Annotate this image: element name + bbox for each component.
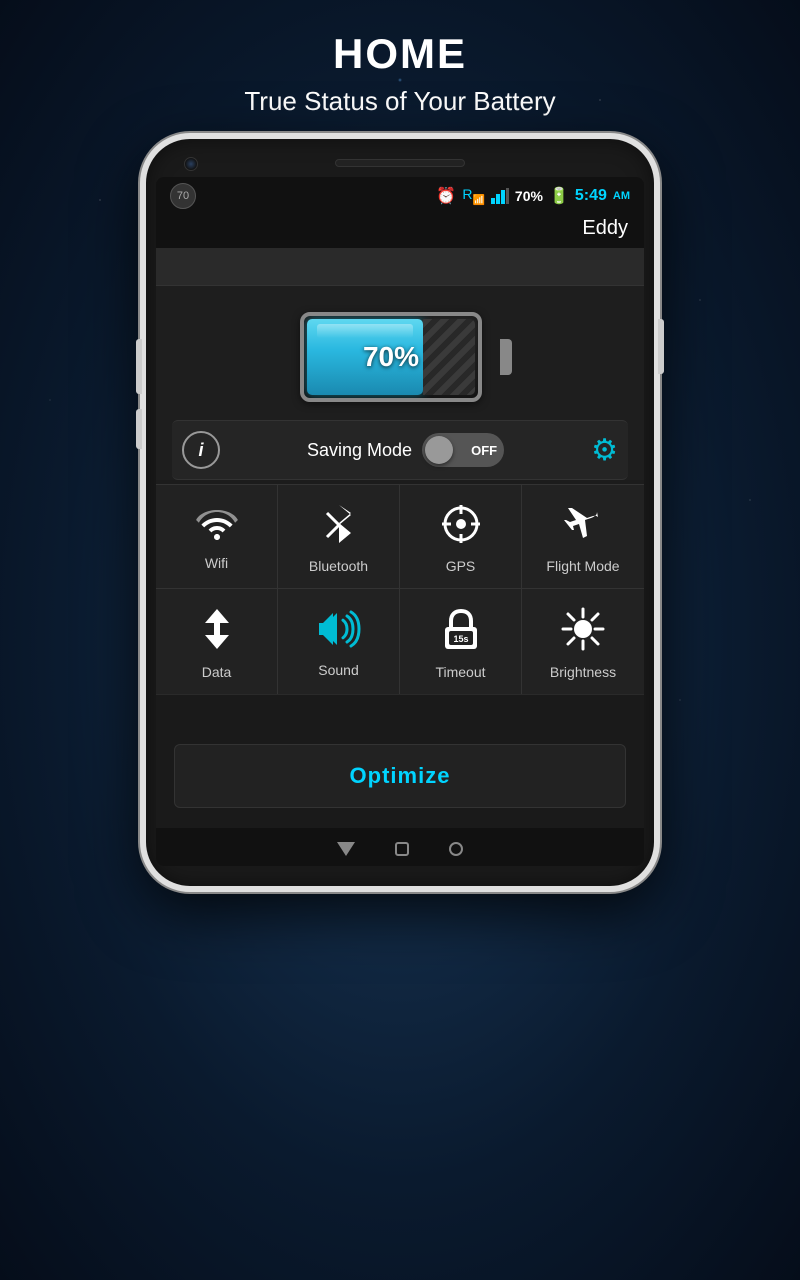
recents-nav-button[interactable]	[449, 842, 463, 856]
toggle-state-label: OFF	[471, 443, 497, 458]
wifi-toggle[interactable]: Wifi	[156, 485, 278, 588]
saving-mode-bar: i Saving Mode OFF ⚙	[172, 420, 628, 480]
sound-toggle[interactable]: Sound	[278, 589, 400, 694]
flight-mode-toggle[interactable]: Flight Mode	[522, 485, 644, 588]
phone-navigation-bar	[156, 828, 644, 866]
flight-mode-icon	[562, 503, 604, 550]
notification-area	[156, 248, 644, 286]
front-camera	[184, 157, 198, 171]
saving-mode-label: Saving Mode	[307, 440, 412, 461]
gps-label: GPS	[446, 558, 476, 574]
brightness-toggle[interactable]: Brightness	[522, 589, 644, 694]
gps-toggle[interactable]: GPS	[400, 485, 522, 588]
bluetooth-toggle[interactable]: Bluetooth	[278, 485, 400, 588]
info-button[interactable]: i	[182, 431, 220, 469]
toggle-grid: Wifi Bluetooth	[156, 484, 644, 694]
wifi-label: Wifi	[205, 555, 228, 571]
signal-bars-icon	[491, 188, 509, 204]
battery-display: 70%	[172, 312, 628, 402]
settings-gear-icon[interactable]: ⚙	[591, 433, 618, 468]
username-bar: Eddy	[156, 215, 644, 248]
gps-icon	[440, 503, 482, 550]
timeout-label: Timeout	[435, 664, 485, 680]
saving-mode-toggle[interactable]: OFF	[422, 433, 504, 467]
page-subtitle: True Status of Your Battery	[0, 86, 800, 117]
wifi-icon	[196, 506, 238, 547]
flight-mode-label: Flight Mode	[546, 558, 619, 574]
brightness-icon	[561, 607, 605, 656]
data-icon	[199, 607, 235, 656]
battery-tip	[500, 339, 512, 375]
optimize-section: Optimize	[156, 744, 644, 828]
timeout-toggle[interactable]: 15s Timeout	[400, 589, 522, 694]
screen-lower	[156, 694, 644, 744]
back-nav-button[interactable]	[337, 842, 355, 856]
volume-button-down[interactable]	[136, 409, 142, 449]
status-right: ⏰ R📶 70% 🔋 5:49 AM	[436, 186, 630, 206]
battery-body: 70%	[300, 312, 482, 402]
sound-label: Sound	[318, 662, 358, 678]
status-ampm: AM	[613, 190, 630, 202]
status-number-badge: 70	[170, 183, 196, 209]
alarm-icon: ⏰	[436, 186, 456, 206]
toggle-knob	[425, 436, 453, 464]
earpiece-speaker	[335, 159, 465, 167]
bluetooth-label: Bluetooth	[309, 558, 368, 574]
data-label: Data	[202, 664, 232, 680]
battery-percent-status: 70%	[515, 188, 543, 204]
status-time: 5:49	[575, 187, 607, 205]
battery-icon-status: 🔋	[549, 186, 569, 206]
svg-text:15s: 15s	[453, 634, 468, 644]
page-title: HOME	[0, 0, 800, 78]
optimize-button[interactable]: Optimize	[174, 744, 626, 808]
phone-top-bar	[156, 151, 644, 177]
status-left: 70	[170, 183, 196, 209]
username-label: Eddy	[582, 217, 628, 239]
status-bar: 70 ⏰ R📶 70% 🔋 5:49 AM	[156, 177, 644, 215]
bluetooth-icon	[322, 503, 356, 550]
battery-stripes	[423, 319, 475, 395]
volume-button[interactable]	[136, 339, 142, 394]
sound-icon	[317, 609, 361, 654]
brightness-label: Brightness	[550, 664, 616, 680]
timeout-icon: 15s	[441, 607, 481, 656]
phone-screen: 70 ⏰ R📶 70% 🔋 5:49 AM Eddy	[156, 177, 644, 866]
home-nav-button[interactable]	[395, 842, 409, 856]
data-toggle[interactable]: Data	[156, 589, 278, 694]
phone-frame: 70 ⏰ R📶 70% 🔋 5:49 AM Eddy	[140, 133, 660, 892]
screen-content: 70% i Saving Mode OFF ⚙	[156, 286, 644, 480]
signal-icon: R📶	[462, 186, 485, 206]
battery-percent-label: 70%	[363, 341, 419, 373]
power-button[interactable]	[658, 319, 664, 374]
